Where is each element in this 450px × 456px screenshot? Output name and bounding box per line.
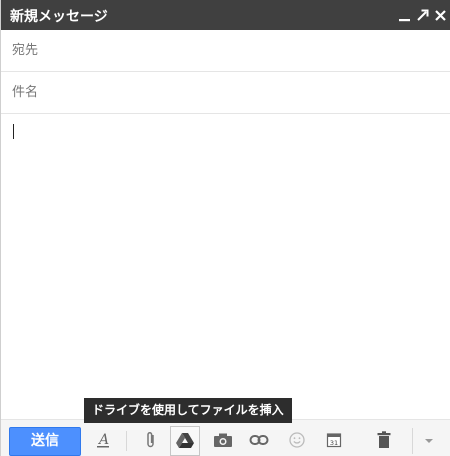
discard-draft-button[interactable] bbox=[374, 429, 394, 451]
drive-icon-wrap[interactable] bbox=[175, 429, 195, 451]
drive-icon bbox=[176, 433, 194, 448]
calendar-icon: 31 bbox=[326, 433, 342, 448]
to-field-row bbox=[1, 30, 450, 72]
send-button[interactable]: 送信 bbox=[9, 427, 81, 456]
text-format-icon: A bbox=[97, 432, 109, 448]
insert-emoji-button[interactable] bbox=[287, 429, 307, 451]
more-options-button[interactable] bbox=[412, 428, 444, 454]
compose-titlebar[interactable]: 新規メッセージ bbox=[1, 0, 450, 30]
calendar-day: 31 bbox=[330, 439, 338, 447]
subject-field-row bbox=[1, 72, 450, 114]
message-body[interactable] bbox=[1, 114, 450, 419]
popout-icon[interactable] bbox=[416, 9, 429, 22]
attach-button[interactable] bbox=[141, 429, 161, 451]
minimize-icon[interactable] bbox=[398, 9, 411, 22]
compose-title: 新規メッセージ bbox=[10, 9, 108, 25]
titlebar-controls bbox=[398, 4, 447, 26]
trash-icon bbox=[377, 431, 391, 448]
svg-text:A: A bbox=[97, 432, 109, 448]
camera-icon bbox=[214, 433, 232, 447]
emoji-icon bbox=[289, 432, 305, 448]
close-icon[interactable] bbox=[434, 9, 447, 22]
compose-window: 新規メッセージ 送信 A bbox=[0, 0, 450, 456]
link-icon bbox=[249, 435, 269, 445]
text-cursor bbox=[13, 124, 14, 139]
to-input[interactable] bbox=[1, 30, 450, 71]
insert-photo-button[interactable] bbox=[213, 429, 233, 451]
insert-invite-button[interactable]: 31 bbox=[324, 429, 344, 451]
chevron-down-icon bbox=[424, 439, 433, 443]
toolbar-divider bbox=[126, 431, 127, 451]
compose-toolbar: 送信 A 31 bbox=[1, 419, 450, 456]
drive-tooltip: ドライブを使用してファイルを挿入 bbox=[84, 398, 292, 423]
paperclip-icon bbox=[147, 431, 154, 448]
subject-input[interactable] bbox=[1, 72, 450, 113]
insert-link-button[interactable] bbox=[249, 429, 269, 451]
format-button[interactable]: A bbox=[93, 429, 113, 451]
